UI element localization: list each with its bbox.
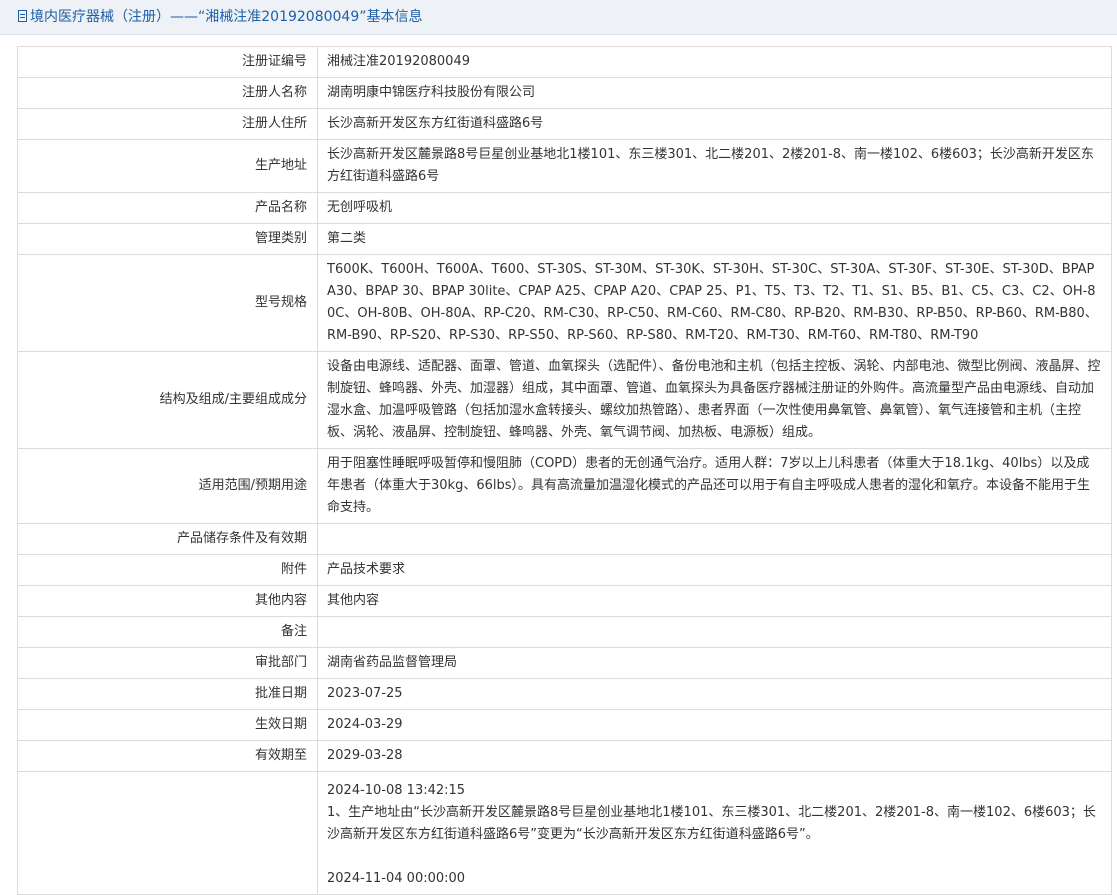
change-log-value: 2024-10-08 13:42:15 1、生产地址由“长沙高新开发区麓景路8号… <box>317 771 1112 895</box>
change-log-line <box>327 846 1102 868</box>
row-label: 产品储存条件及有效期 <box>17 523 318 555</box>
page-title: 境内医疗器械（注册）——“湘械注准20192080049”基本信息 <box>30 9 423 25</box>
table-row: 产品名称 无创呼吸机 <box>17 192 1112 224</box>
table-row: 型号规格 T600K、T600H、T600A、T600、ST-30S、ST-30M… <box>17 254 1112 352</box>
table-row: 注册人名称 湖南明康中锦医疗科技股份有限公司 <box>17 77 1112 109</box>
table-row: 审批部门 湖南省药品监督管理局 <box>17 647 1112 679</box>
table-row: 结构及组成/主要组成成分 设备由电源线、适配器、面罩、管道、血氧探头（选配件）、备… <box>17 351 1112 449</box>
row-value: 用于阻塞性睡眠呼吸暂停和慢阻肺（COPD）患者的无创通气治疗。适用人群：7岁以上… <box>317 448 1112 524</box>
row-label: 注册人名称 <box>17 77 318 109</box>
page-title-bar: 境内医疗器械（注册）——“湘械注准20192080049”基本信息 <box>0 0 1117 35</box>
row-value: 其他内容 <box>317 585 1112 617</box>
row-value: 第二类 <box>317 223 1112 255</box>
row-value: 2024-03-29 <box>317 709 1112 741</box>
row-value: 长沙高新开发区东方红街道科盛路6号 <box>317 108 1112 140</box>
table-row: 适用范围/预期用途 用于阻塞性睡眠呼吸暂停和慢阻肺（COPD）患者的无创通气治疗。… <box>17 448 1112 524</box>
row-value: 产品技术要求 <box>317 554 1112 586</box>
row-value: 湖南明康中锦医疗科技股份有限公司 <box>317 77 1112 109</box>
row-label: 适用范围/预期用途 <box>17 448 318 524</box>
row-label: 型号规格 <box>17 254 318 352</box>
table-row: 管理类别 第二类 <box>17 223 1112 255</box>
table-row: 产品储存条件及有效期 <box>17 523 1112 555</box>
row-value: 2023-07-25 <box>317 678 1112 710</box>
change-log-row: 2024-10-08 13:42:15 1、生产地址由“长沙高新开发区麓景路8号… <box>17 771 1112 895</box>
row-label: 审批部门 <box>17 647 318 679</box>
table-row: 注册证编号 湘械注准20192080049 <box>17 46 1112 78</box>
change-log-label <box>17 771 318 895</box>
row-label: 生产地址 <box>17 139 318 193</box>
change-log-line: 2024-10-08 13:42:15 <box>327 783 466 798</box>
table-row: 生效日期 2024-03-29 <box>17 709 1112 741</box>
table-row: 注册人住所 长沙高新开发区东方红街道科盛路6号 <box>17 108 1112 140</box>
row-label: 其他内容 <box>17 585 318 617</box>
change-log-line: 1、生产地址由“长沙高新开发区麓景路8号巨星创业基地北1楼101、东三楼301、… <box>327 805 1096 842</box>
table-row: 有效期至 2029-03-28 <box>17 740 1112 772</box>
row-value: 设备由电源线、适配器、面罩、管道、血氧探头（选配件）、备份电池和主机（包括主控板… <box>317 351 1112 449</box>
row-label: 结构及组成/主要组成成分 <box>17 351 318 449</box>
row-label: 产品名称 <box>17 192 318 224</box>
row-label: 注册证编号 <box>17 46 318 78</box>
row-value <box>317 523 1112 555</box>
row-value: 无创呼吸机 <box>317 192 1112 224</box>
row-value: 湘械注准20192080049 <box>317 46 1112 78</box>
row-label: 批准日期 <box>17 678 318 710</box>
row-label: 有效期至 <box>17 740 318 772</box>
table-row: 批准日期 2023-07-25 <box>17 678 1112 710</box>
device-info-table: 注册证编号 湘械注准20192080049 注册人名称 湖南明康中锦医疗科技股份有限… <box>17 46 1112 895</box>
row-value: T600K、T600H、T600A、T600、ST-30S、ST-30M、ST-… <box>317 254 1112 352</box>
table-row: 备注 <box>17 616 1112 648</box>
row-label: 注册人住所 <box>17 108 318 140</box>
document-icon <box>18 10 27 22</box>
table-row: 生产地址 长沙高新开发区麓景路8号巨星创业基地北1楼101、东三楼301、北二楼2… <box>17 139 1112 193</box>
row-value: 湖南省药品监督管理局 <box>317 647 1112 679</box>
table-row: 附件 产品技术要求 <box>17 554 1112 586</box>
row-label: 备注 <box>17 616 318 648</box>
row-value <box>317 616 1112 648</box>
row-label: 管理类别 <box>17 223 318 255</box>
row-value: 长沙高新开发区麓景路8号巨星创业基地北1楼101、东三楼301、北二楼201、2… <box>317 139 1112 193</box>
table-row: 其他内容 其他内容 <box>17 585 1112 617</box>
change-log-line: 2024-11-04 00:00:00 <box>327 871 466 886</box>
row-label: 附件 <box>17 554 318 586</box>
row-label: 生效日期 <box>17 709 318 741</box>
row-value: 2029-03-28 <box>317 740 1112 772</box>
